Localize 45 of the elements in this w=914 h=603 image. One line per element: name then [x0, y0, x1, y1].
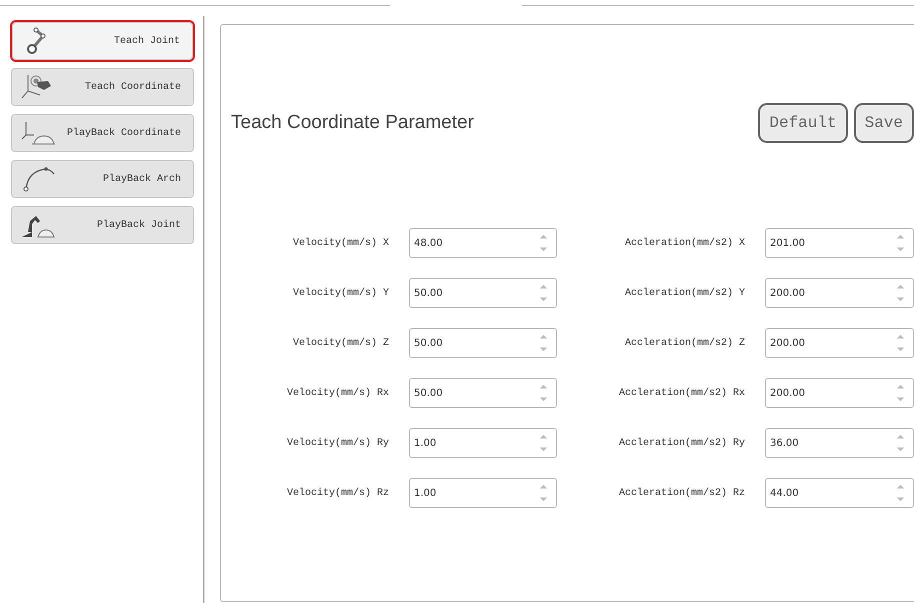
number-field[interactable]: 48.00 — [409, 228, 557, 258]
number-field[interactable]: 200.00 — [765, 328, 914, 358]
spin-arrows-icon[interactable] — [896, 382, 905, 404]
number-field[interactable]: 200.00 — [765, 278, 914, 308]
spin-arrows-icon[interactable] — [539, 232, 548, 254]
spin-arrows-icon[interactable] — [896, 482, 905, 504]
spin-arrows-icon[interactable] — [539, 282, 548, 304]
parameter-label: Velocity(mm/s) Ry — [286, 438, 389, 448]
parameter-label: Velocity(mm/s) Y — [292, 288, 389, 298]
number-field[interactable]: 1.00 — [409, 478, 557, 508]
parameter-label: Velocity(mm/s) Rz — [286, 488, 389, 498]
parameter-label: Accleration(mm/s2) Ry — [618, 438, 745, 448]
spin-arrows-icon[interactable] — [896, 232, 905, 254]
parameter-label: Accleration(mm/s2) Y — [624, 288, 745, 298]
parameter-label: Velocity(mm/s) Rx — [286, 388, 389, 398]
number-field[interactable]: 1.00 — [409, 428, 557, 458]
sidebar-item[interactable]: Teach Coordinate — [11, 68, 194, 106]
number-field[interactable]: 50.00 — [409, 328, 557, 358]
number-field[interactable]: 50.00 — [409, 278, 557, 308]
panel-title: Teach Coordinate Parameter — [231, 112, 474, 134]
number-field[interactable]: 44.00 — [765, 478, 914, 508]
sidebar-item[interactable]: Teach Joint — [12, 22, 193, 60]
parameter-label: Accleration(mm/s2) Z — [624, 338, 745, 348]
parameter-label: Accleration(mm/s2) Rx — [618, 388, 745, 398]
parameter-label: Velocity(mm/s) Z — [292, 338, 389, 348]
spin-arrows-icon[interactable] — [896, 432, 905, 454]
parameter-label: Accleration(mm/s2) Rz — [618, 488, 745, 498]
spin-arrows-icon[interactable] — [539, 432, 548, 454]
number-field[interactable]: 200.00 — [765, 378, 914, 408]
parameter-label: Velocity(mm/s) X — [292, 238, 389, 248]
number-field[interactable]: 36.00 — [765, 428, 914, 458]
spin-arrows-icon[interactable] — [896, 332, 905, 354]
spin-arrows-icon[interactable] — [539, 482, 548, 504]
sidebar-item[interactable]: PlayBack Arch — [11, 160, 194, 198]
sidebar-item[interactable]: PlayBack Joint — [11, 206, 194, 244]
spin-arrows-icon[interactable] — [539, 332, 548, 354]
action-button[interactable]: Save — [854, 103, 914, 143]
spin-arrows-icon[interactable] — [896, 282, 905, 304]
action-button[interactable]: Default — [758, 103, 848, 143]
spin-arrows-icon[interactable] — [539, 382, 548, 404]
axes-platform-icon — [20, 119, 56, 147]
number-field[interactable]: 201.00 — [765, 228, 914, 258]
parameter-label: Accleration(mm/s2) X — [624, 238, 745, 248]
number-field[interactable]: 50.00 — [409, 378, 557, 408]
sidebar-item[interactable]: PlayBack Coordinate — [11, 114, 194, 152]
